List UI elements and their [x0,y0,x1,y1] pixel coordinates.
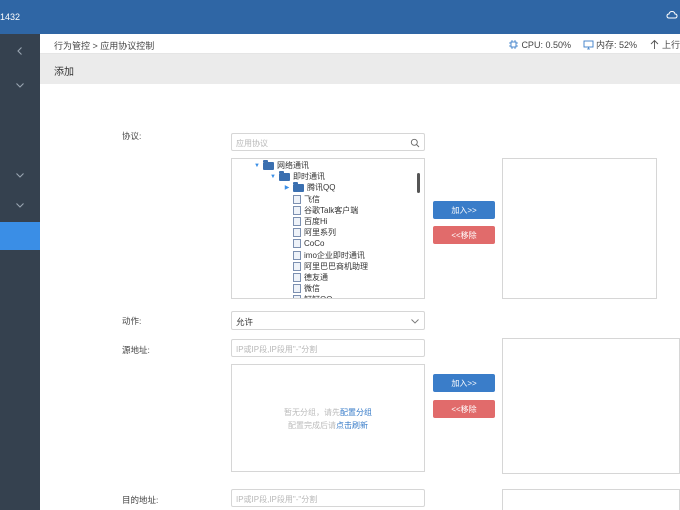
protocol-label: 协议: [122,131,142,141]
action-label: 动作: [122,316,142,326]
top-bar: 1432 [0,0,680,34]
brand-label: 1432 [0,12,21,22]
sidebar-collapse-button[interactable] [0,42,40,60]
selected-destination-list[interactable] [502,489,680,510]
tree-node-label: 腾讯QQ [307,183,336,193]
page-title-bar: 添加 [40,54,680,84]
arrow-up-icon [650,39,659,49]
destination-address-placeholder: IP或IP段,IP段用"-"分割 [236,495,318,504]
tree-node[interactable]: 阿里系列 [284,227,336,238]
tree-node-label: 阿里巴巴商机助理 [304,261,368,271]
sidebar [0,34,40,510]
selected-protocols-list[interactable] [502,158,657,299]
tree-node-label: 飞信 [304,194,320,204]
document-icon [293,261,301,271]
tree-node-label: 谷歌Talk客户端 [304,205,359,215]
document-icon [293,273,301,282]
document-icon [293,194,301,204]
tree-node[interactable]: 谷歌Talk客户端 [284,205,358,216]
tree-node[interactable]: 百度Hi [284,216,328,227]
document-icon [293,217,301,226]
sidebar-expand-1[interactable] [0,76,40,94]
source-address-placeholder: IP或IP段,IP段用"-"分割 [236,345,318,354]
document-icon [293,228,301,238]
document-icon [293,250,301,260]
system-status: CPU: 0.50% 内存: 52% 上行 [508,38,680,51]
tree-node-label: 百度Hi [304,217,328,226]
sidebar-expand-3[interactable] [0,196,40,214]
tree-node[interactable]: 飞信 [284,194,320,205]
folder-icon [293,181,304,192]
chevron-down-icon [16,83,24,88]
destination-label: 目的地址: [122,495,159,505]
folder-icon [279,170,290,181]
source-group-box: 暂无分组，请先配置分组 配置完成后请点击刷新 [231,364,425,472]
search-icon[interactable] [410,138,420,148]
remove-source-button[interactable]: <<移除 [433,400,495,418]
chevron-down-icon [16,173,24,178]
tree-node[interactable]: CoCo [284,238,324,249]
tree-node[interactable]: 钉钉QQ [284,294,332,298]
destination-address-input[interactable]: IP或IP段,IP段用"-"分割 [231,489,425,507]
selected-source-list[interactable] [502,338,680,474]
form-area: 协议: 应用协议 ▼ 网络通讯 ▼ 即时通讯 ▶ 腾讯QQ 飞信 谷歌Talk客户端 百度Hi 阿… [40,84,680,510]
tree-node-label: 阿里系列 [304,228,336,238]
refresh-link[interactable]: 点击刷新 [336,421,368,430]
tree-scrollbar[interactable] [417,173,420,193]
chevron-down-icon [16,203,24,208]
cloud-icon[interactable] [666,9,678,21]
tree-node-label: 网络通讯 [277,161,309,170]
memory-status: 内存: 52% [595,40,637,50]
breadcrumb-bar: 行为管控 > 应用协议控制 CPU: 0.50% 内存: 52% 上行 [40,34,680,54]
action-select[interactable]: 允许 [231,311,425,330]
tree-node[interactable]: 德友通 [284,272,328,283]
tree-node-label: 德友通 [304,273,328,282]
tree-node[interactable]: 微信 [284,283,320,294]
tree-node-label: 即时通讯 [293,172,325,182]
add-protocol-button[interactable]: 加入>> [433,201,495,219]
source-label: 源地址: [122,345,150,355]
document-icon [293,205,301,215]
tree-node-label: imo企业即时通讯 [304,250,365,260]
tree-node[interactable]: imo企业即时通讯 [284,250,365,261]
chevron-down-icon [411,319,419,324]
group-hint: 暂无分组，请先配置分组 [284,408,372,417]
chevron-left-icon [17,47,22,55]
configure-group-link[interactable]: 配置分组 [340,408,372,417]
tree-node[interactable]: 阿里巴巴商机助理 [284,261,368,272]
cpu-status: CPU: 0.50% [521,39,571,50]
folder-icon [263,159,274,170]
tree-node-label: 钉钉QQ [304,294,332,298]
sidebar-expand-2[interactable] [0,166,40,184]
tree-node[interactable]: ▶ 腾讯QQ [284,181,336,193]
tree-node[interactable]: ▼ 网络通讯 [254,159,309,171]
protocol-search-placeholder: 应用协议 [236,139,268,148]
protocol-search-input[interactable]: 应用协议 [231,133,425,151]
breadcrumb: 行为管控 > 应用协议控制 [54,41,155,51]
remove-protocol-button[interactable]: <<移除 [433,226,495,244]
document-icon [293,284,301,294]
action-value: 允许 [236,317,254,327]
sidebar-item-active[interactable] [0,222,40,250]
cpu-icon [509,40,519,49]
caret-down-icon[interactable]: ▼ [254,163,260,169]
tree-node-label: CoCo [304,239,325,249]
tree-node-label: 微信 [304,284,320,294]
source-address-input[interactable]: IP或IP段,IP段用"-"分割 [231,339,425,357]
protocol-tree[interactable]: ▼ 网络通讯 ▼ 即时通讯 ▶ 腾讯QQ 飞信 谷歌Talk客户端 百度Hi 阿里系列 CoCo im… [231,158,425,299]
memory-icon [583,40,594,50]
tree-node[interactable]: ▼ 即时通讯 [270,170,325,182]
caret-down-icon[interactable]: ▼ [270,174,276,180]
refresh-hint: 配置完成后请点击刷新 [288,421,368,430]
document-icon [293,239,301,249]
caret-right-icon[interactable]: ▶ [284,184,290,191]
add-source-button[interactable]: 加入>> [433,374,495,392]
page-title: 添加 [54,67,74,78]
upload-status: 上行 [661,40,680,50]
document-icon [293,295,301,298]
